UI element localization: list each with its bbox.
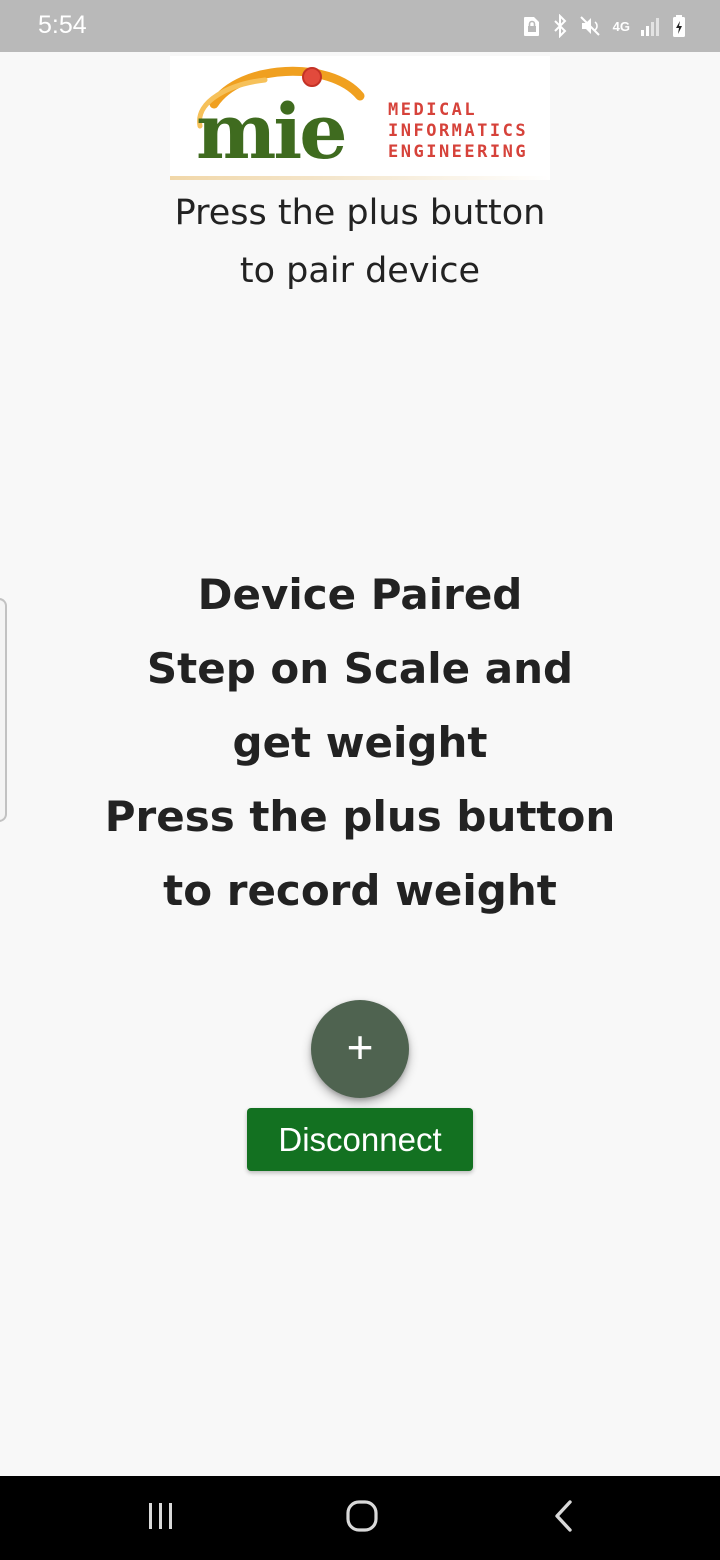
pair-instruction-line-1: Press the plus button bbox=[174, 193, 546, 233]
paired-status-line-1: Device Paired bbox=[197, 570, 523, 619]
logo-line-engineering: ENGINEERING bbox=[388, 142, 528, 162]
logo-divider bbox=[170, 176, 550, 180]
back-button[interactable] bbox=[504, 1476, 624, 1560]
plus-icon: + bbox=[346, 1021, 374, 1073]
status-icons: 4G bbox=[523, 14, 686, 38]
logo-wordmark: mie bbox=[196, 87, 345, 176]
status-time: 5:54 bbox=[38, 11, 87, 39]
battery-charging-icon bbox=[672, 14, 686, 38]
home-icon bbox=[345, 1499, 379, 1537]
paired-status-line-4: Press the plus button bbox=[104, 792, 616, 841]
paired-status-message: Device Paired Step on Scale and get weig… bbox=[0, 558, 720, 928]
bluetooth-icon bbox=[551, 14, 569, 38]
back-icon bbox=[552, 1499, 576, 1537]
navigation-bar bbox=[0, 1476, 720, 1560]
network-4g-icon: 4G bbox=[612, 18, 630, 34]
disconnect-button[interactable]: Disconnect bbox=[247, 1108, 473, 1171]
mute-icon bbox=[579, 14, 603, 38]
paired-status-line-5: to record weight bbox=[163, 866, 557, 915]
home-button[interactable] bbox=[302, 1476, 422, 1560]
paired-status-line-3: get weight bbox=[232, 718, 488, 767]
pair-instruction-line-2: to pair device bbox=[239, 251, 481, 291]
recent-apps-button[interactable] bbox=[101, 1476, 221, 1560]
mie-logo: mie MEDICAL INFORMATICS ENGINEERING bbox=[170, 56, 550, 180]
logo-line-medical: MEDICAL bbox=[388, 100, 477, 120]
signal-icon bbox=[640, 15, 662, 37]
pair-instructions: Press the plus button to pair device bbox=[0, 184, 720, 300]
recent-apps-icon bbox=[145, 1501, 177, 1535]
logo-line-informatics: INFORMATICS bbox=[388, 121, 528, 141]
paired-status-line-2: Step on Scale and bbox=[146, 644, 574, 693]
status-bar: 5:54 4G bbox=[0, 0, 720, 52]
add-fab-button[interactable]: + bbox=[311, 1000, 409, 1098]
sim-lock-icon bbox=[523, 14, 541, 38]
